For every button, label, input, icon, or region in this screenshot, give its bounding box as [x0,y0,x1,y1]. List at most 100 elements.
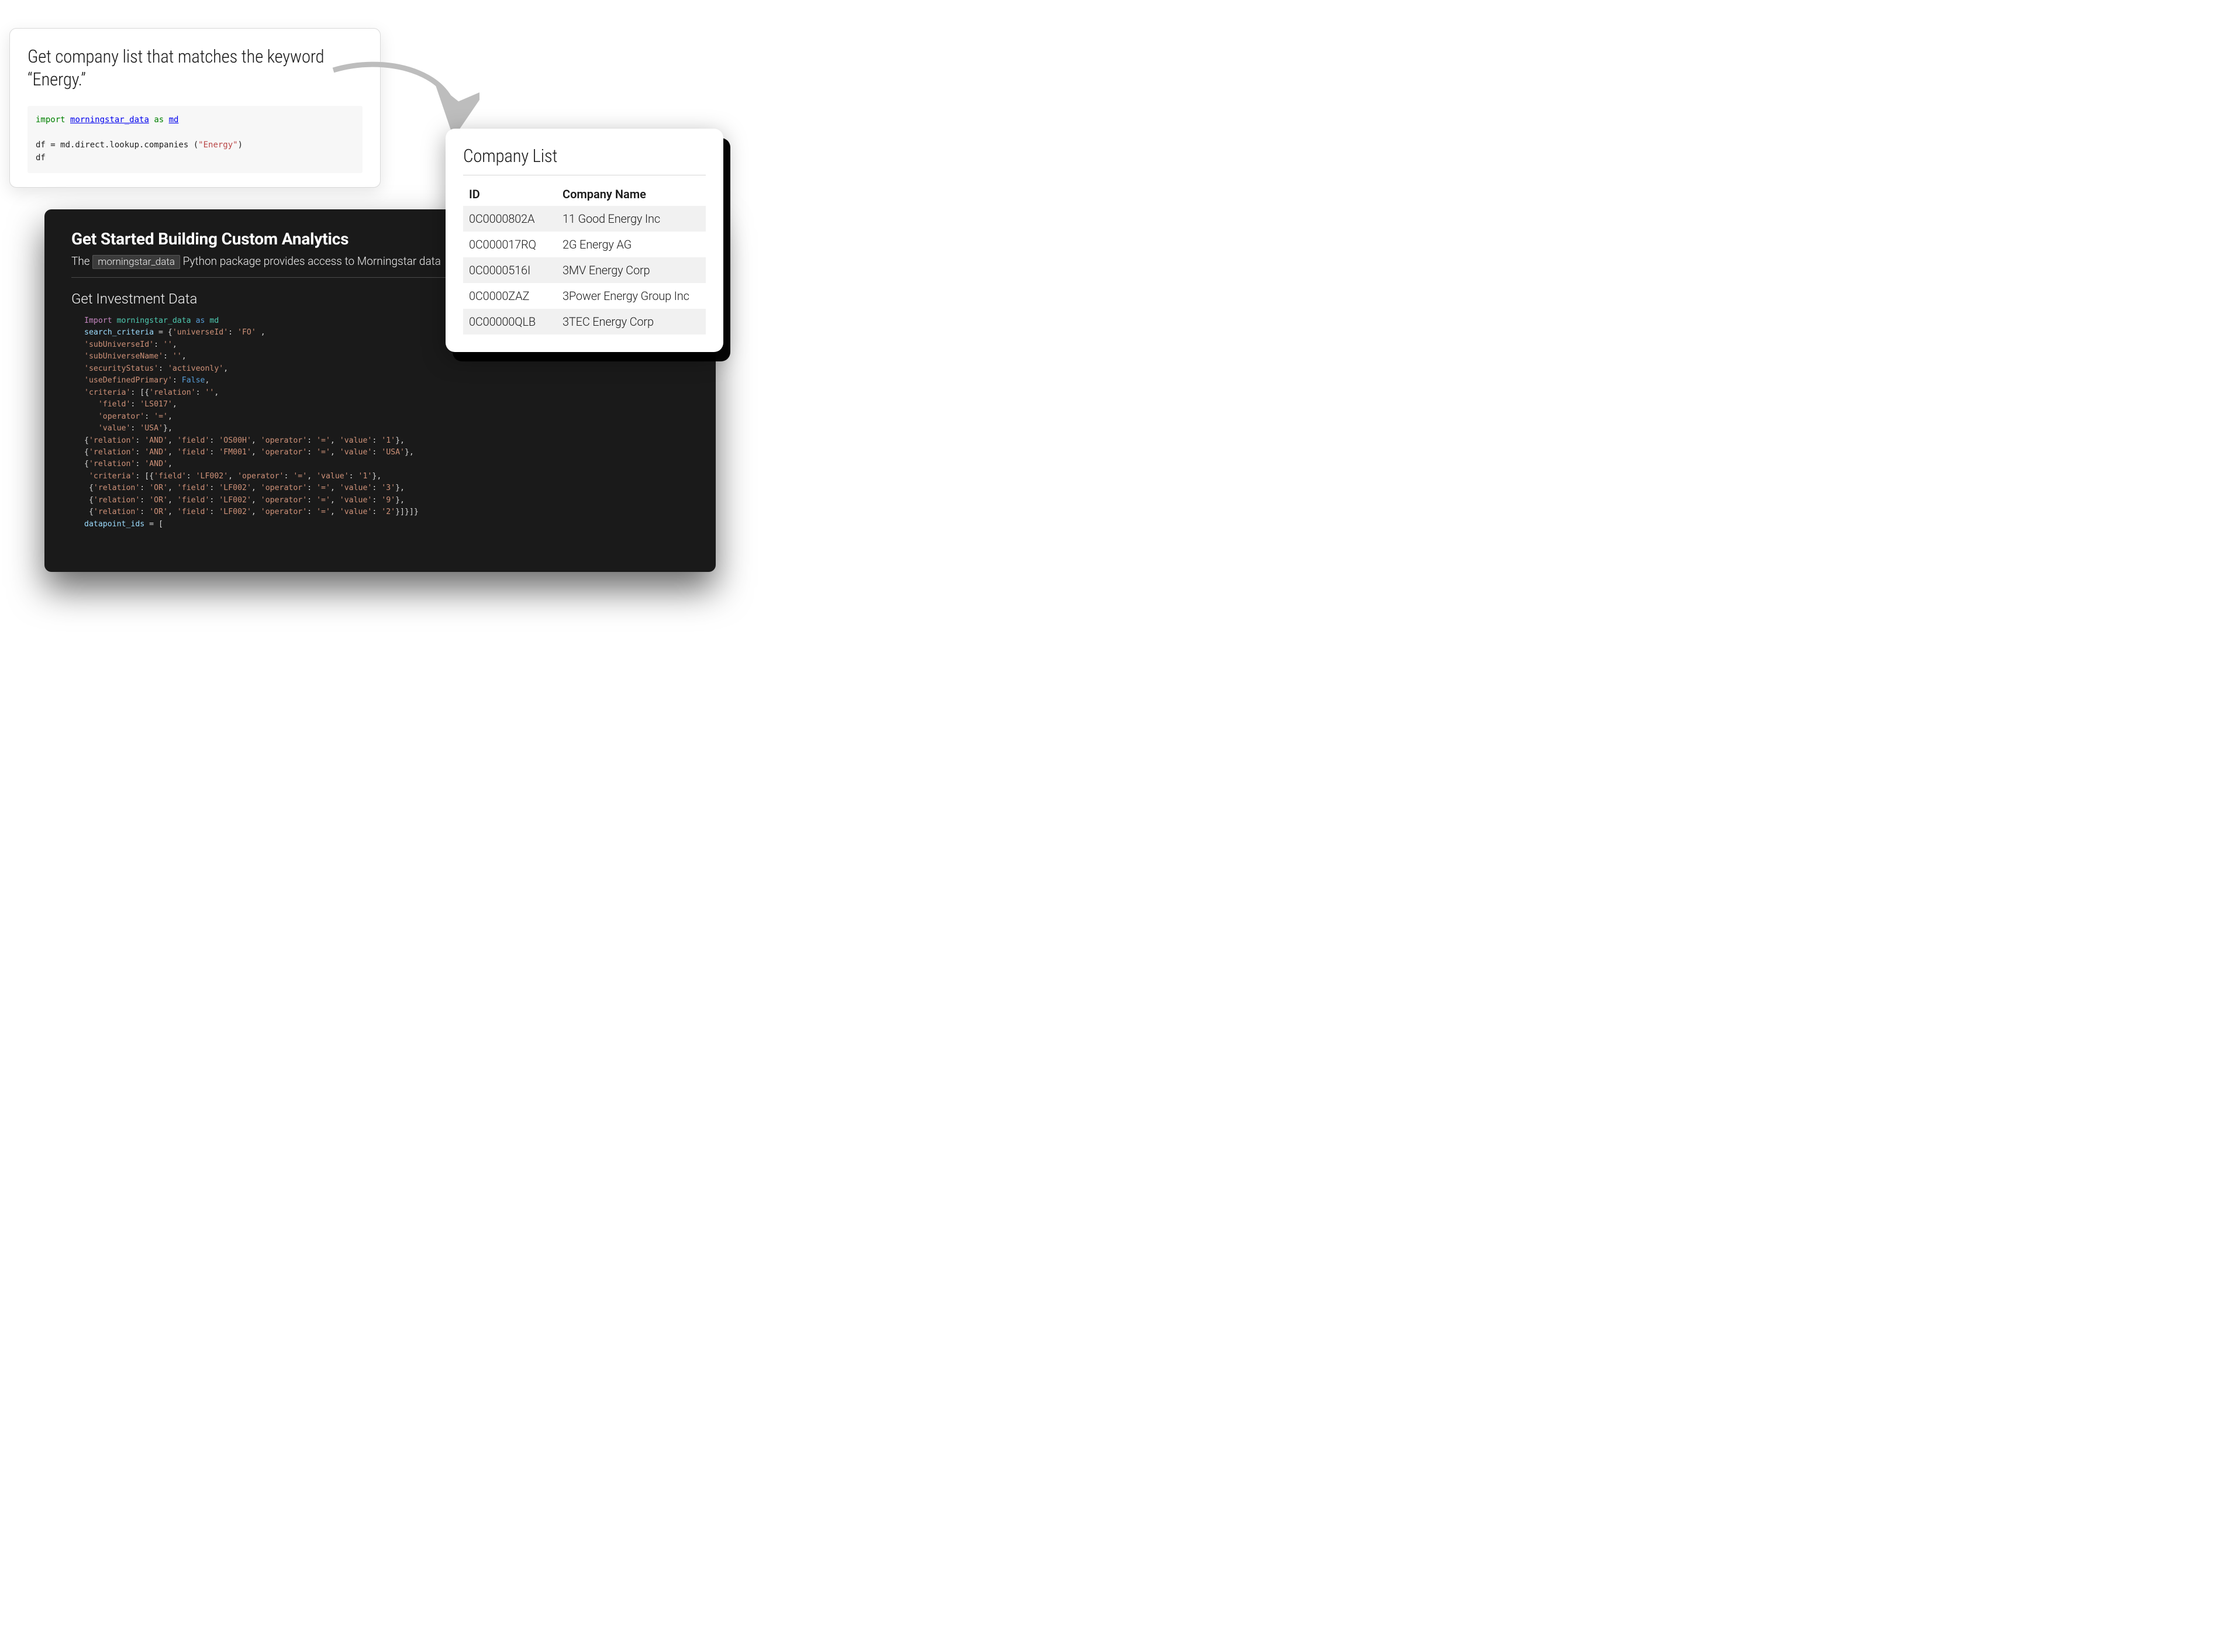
code-token: '3' [381,484,395,492]
code-token: 'USA' [140,424,163,433]
code-token: 'relation' [89,460,135,468]
code-token: '1' [358,472,372,481]
code-token: import [36,115,65,125]
column-header-id[interactable]: ID [463,182,557,206]
cell-id: 0C0000516I [463,257,557,283]
code-token: : [284,472,293,481]
code-token: morningstar_data [70,115,149,125]
code-token: : [372,436,381,445]
code-token: 'OS00H' [219,436,251,445]
code-token: 'value' [340,496,372,505]
code-token: }, [395,496,405,505]
code-token: : [135,460,144,468]
code-token: morningstar_data [117,316,196,325]
code-token: 'subUniverseName' [84,352,163,361]
code-token: 'FM001' [219,448,251,457]
code-token: Import [84,316,117,325]
cell-id: 0C00000QLB [463,309,557,334]
code-token: 'subUniverseId' [84,340,154,349]
code-token: { [84,496,94,505]
code-token: }, [405,448,414,457]
code-token [84,424,98,433]
code-token: 'operator' [261,496,307,505]
code-token: 'field' [177,448,210,457]
code-token: md [209,316,219,325]
table-row[interactable]: 0C0000802A11 Good Energy Inc [463,206,706,232]
code-token: , [228,472,237,481]
code-token: 'AND' [144,448,168,457]
code-token: : [209,436,219,445]
code-token: as [154,115,164,125]
code-token: 'relation' [94,508,140,516]
table-row[interactable]: 0C00000QLB3TEC Energy Corp [463,309,706,334]
code-token: 'relation' [94,484,140,492]
code-token: 'operator' [261,436,307,445]
code-token: '=' [316,436,330,445]
table-row[interactable]: 0C000017RQ2G Energy AG [463,232,706,257]
code-token: False [182,376,205,385]
code-token: 'field' [98,400,131,409]
code-token: = { [154,328,172,337]
code-token: : [307,496,316,505]
code-token: : [196,388,205,397]
cell-company-name: 3Power Energy Group Inc [557,283,706,309]
code-token: df [36,153,46,163]
code-token: 'value' [316,472,349,481]
code-token: 'field' [177,484,210,492]
column-header-name[interactable]: Company Name [557,182,706,206]
code-token: : [372,484,381,492]
code-token: : [130,424,140,433]
code-token: , [330,448,340,457]
code-token: , [251,496,261,505]
code-token: { [84,448,89,457]
code-token: : [187,472,196,481]
cell-id: 0C000017RQ [463,232,557,257]
code-token: 'OR' [149,508,168,516]
cell-company-name: 3TEC Energy Corp [557,309,706,334]
code-token: 'value' [340,448,372,457]
code-token: , [251,484,261,492]
code-token: { [84,460,89,468]
table-row[interactable]: 0C0000516I3MV Energy Corp [463,257,706,283]
company-table: ID Company Name 0C0000802A11 Good Energy… [463,182,706,334]
prompt-code-block[interactable]: import morningstar_data as md df = md.di… [27,106,363,173]
code-token: }, [372,472,381,481]
code-token: : [{ [135,472,154,481]
code-token: , [168,508,177,516]
code-token: , [223,364,228,373]
code-token: : [158,364,168,373]
code-token: 'value' [340,508,372,516]
code-token: : [140,484,149,492]
code-token: 'criteria' [84,388,130,397]
code-token: : [209,484,219,492]
code-token: '=' [316,496,330,505]
code-token: : [372,448,381,457]
code-token: , [251,508,261,516]
code-token: 'activeonly' [168,364,223,373]
code-token: 'value' [340,484,372,492]
code-token: : [135,448,144,457]
code-token: 'operator' [261,448,307,457]
code-token: 'relation' [89,436,135,445]
code-token: , [330,436,340,445]
code-token: 'universeId' [172,328,228,337]
code-token: , [256,328,265,337]
code-token: : [372,508,381,516]
code-token: , [251,436,261,445]
cell-company-name: 11 Good Energy Inc [557,206,706,232]
table-row[interactable]: 0C0000ZAZ3Power Energy Group Inc [463,283,706,309]
code-token: 'field' [154,472,187,481]
cell-company-name: 3MV Energy Corp [557,257,706,283]
code-token: 'relation' [94,496,140,505]
code-token: 'value' [98,424,131,433]
code-token: : [135,436,144,445]
code-token: , [307,472,316,481]
code-token: 'OR' [149,496,168,505]
code-token: : [140,508,149,516]
code-token: , [214,388,219,397]
code-token: '' [205,388,214,397]
code-token: { [84,484,94,492]
code-token: : [209,448,219,457]
code-token: : [172,376,182,385]
code-token: : [209,496,219,505]
